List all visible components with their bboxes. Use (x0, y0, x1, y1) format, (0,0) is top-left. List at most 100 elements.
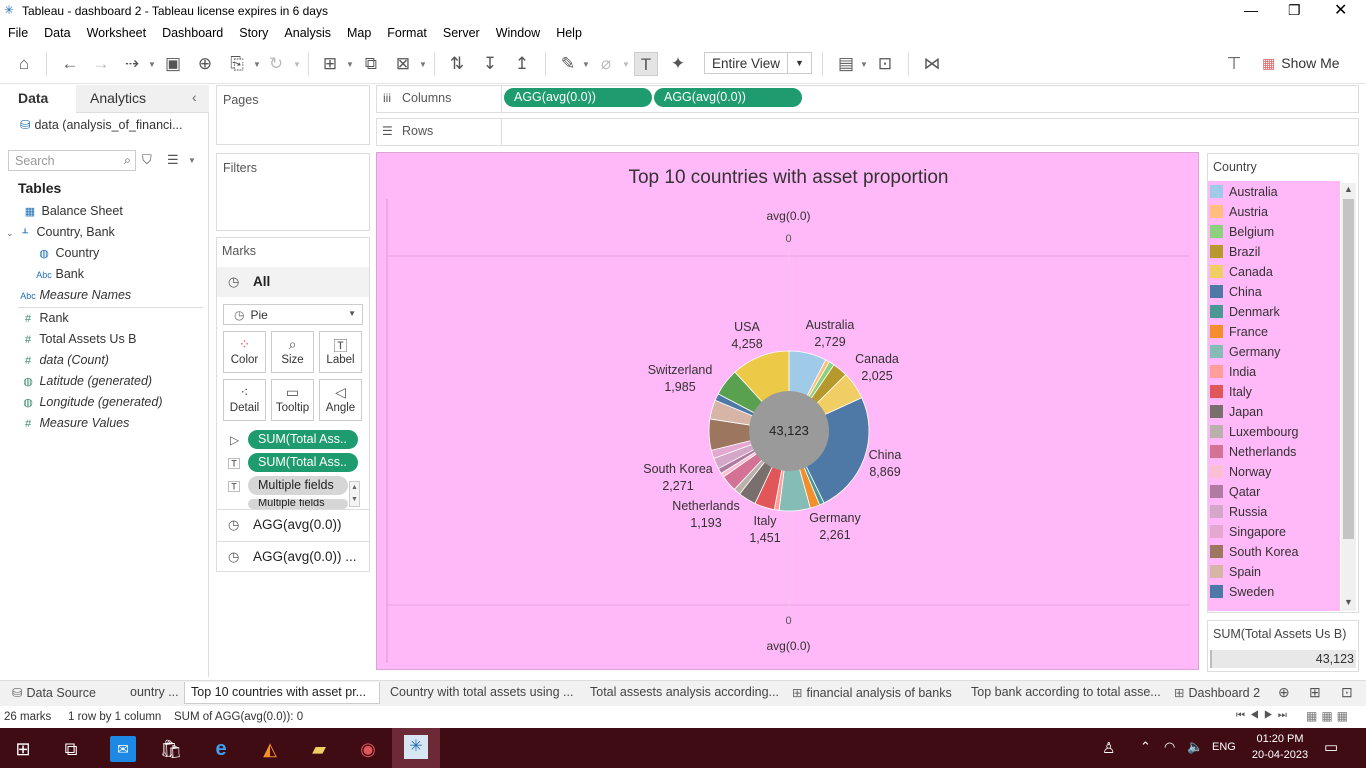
chevron-down-icon[interactable]: ▼ (860, 60, 868, 69)
legend-item[interactable]: Japan (1210, 405, 1338, 425)
tab-analytics[interactable]: Analytics ‹ (76, 85, 209, 113)
swap-icon[interactable]: ⇅ (445, 52, 469, 76)
show-me-button[interactable]: ▦ Show Me (1262, 55, 1340, 72)
redo-icon[interactable]: → (89, 52, 113, 76)
field-measure-values[interactable]: # Measure Values (20, 416, 129, 430)
datasource[interactable]: ⛁ data (analysis_of_financi... (20, 117, 183, 132)
legend-item[interactable]: Canada (1210, 265, 1338, 285)
menu-format[interactable]: Format (379, 22, 435, 40)
multiple-fields-pill[interactable]: Multiple fields (248, 476, 348, 495)
field-measure-names[interactable]: Abc Measure Names (20, 288, 131, 302)
chevron-down-icon[interactable]: ▼ (1344, 597, 1353, 607)
legend-item[interactable]: Luxembourg (1210, 425, 1338, 445)
menu-data[interactable]: Data (36, 22, 78, 40)
menu-server[interactable]: Server (435, 22, 488, 40)
chevron-up-icon[interactable]: ▲ (1344, 184, 1353, 194)
windows-start-icon[interactable]: ⊞ (10, 736, 36, 762)
chrome-icon[interactable]: ◉ (355, 736, 381, 762)
presentation-icon[interactable]: ⊡ (873, 52, 897, 76)
scrollbar[interactable]: ▲ ▼ (349, 481, 360, 507)
field-rank[interactable]: # Rank (20, 311, 69, 325)
tableau-task-active[interactable]: ✳ (392, 728, 440, 768)
legend-item[interactable]: Brazil (1210, 245, 1338, 265)
restore-icon[interactable]: ❐ (1288, 2, 1301, 19)
legend-item[interactable]: India (1210, 365, 1338, 385)
tab-data[interactable]: Data (0, 85, 76, 113)
refresh-icon[interactable]: ↻ (264, 52, 288, 76)
sort-ascending-icon[interactable]: ↧ (478, 52, 502, 76)
menu-help[interactable]: Help (548, 22, 590, 40)
chevron-up-icon[interactable]: ⌃ (1140, 739, 1151, 755)
mark-type-dropdown[interactable]: ◷ Pie ▼ (223, 304, 363, 325)
show-labels-icon[interactable]: T (634, 52, 658, 76)
notification-icon[interactable]: ▭ (1324, 738, 1338, 756)
legend-item[interactable]: Austria (1210, 205, 1338, 225)
duplicate-icon[interactable]: ⧉ (359, 52, 383, 76)
column-pill-1[interactable]: AGG(avg(0.0)) (504, 88, 652, 107)
highlight-icon[interactable]: ✎ (556, 52, 580, 76)
task-view-icon[interactable]: ⧉ (58, 736, 84, 762)
scrollbar-thumb[interactable] (1343, 199, 1354, 539)
show-cards-icon[interactable]: ▤ (834, 52, 858, 76)
chevron-down-icon[interactable]: ▼ (346, 60, 354, 69)
angle-button[interactable]: ◁ Angle (319, 379, 362, 421)
legend-item[interactable]: Spain (1210, 565, 1338, 585)
legend-item[interactable]: Norway (1210, 465, 1338, 485)
label-pill[interactable]: SUM(Total Ass.. (248, 453, 358, 472)
tab-financial-analysis[interactable]: ⊞ financial analysis of banks (786, 682, 958, 704)
home-icon[interactable]: ⌂ (12, 52, 36, 76)
close-icon[interactable]: ✕ (1334, 0, 1347, 20)
menu-dashboard[interactable]: Dashboard (154, 22, 231, 40)
fit-dropdown[interactable]: Entire View ▼ (704, 52, 812, 74)
format-painter-icon[interactable]: ⊤ (1222, 52, 1246, 76)
new-worksheet-icon[interactable]: ⊕ (1278, 684, 1290, 701)
menu-window[interactable]: Window (488, 22, 548, 40)
label-button[interactable]: 🅃 Label (319, 331, 362, 373)
store-icon[interactable]: 🛍 (158, 736, 184, 762)
tooltip-button[interactable]: ▭ Tooltip (271, 379, 314, 421)
legend-item[interactable]: Singapore (1210, 525, 1338, 545)
legend-item[interactable]: Italy (1210, 385, 1338, 405)
filter-icon[interactable]: ⛉ (142, 152, 152, 168)
legend-item[interactable]: Russia (1210, 505, 1338, 525)
chevron-down-icon[interactable]: ▼ (419, 60, 427, 69)
angle-pill[interactable]: SUM(Total Ass.. (248, 430, 358, 449)
column-pill-2[interactable]: AGG(avg(0.0)) (654, 88, 802, 107)
chevron-down-icon[interactable]: ▼ (188, 156, 196, 165)
legend-item[interactable]: Belgium (1210, 225, 1338, 245)
tab-country[interactable]: ountry ... (124, 682, 182, 704)
field-country[interactable]: ◍ Country (36, 246, 99, 260)
field-latitude[interactable]: ◍ Latitude (generated) (20, 374, 152, 388)
legend-item[interactable]: Denmark (1210, 305, 1338, 325)
tab-total-assets-analysis[interactable]: Total assests analysis according... (584, 682, 784, 704)
menu-file[interactable]: File (0, 22, 36, 40)
tab-top10-countries[interactable]: Top 10 countries with asset pr... (184, 682, 380, 704)
field-country-bank[interactable]: ⌄ ᚆ Country, Bank (6, 225, 115, 239)
tab-country-total-assets[interactable]: Country with total assets using ... (384, 682, 582, 704)
chart-view[interactable]: Top 10 countries with asset proportion a… (376, 152, 1199, 670)
menu-map[interactable]: Map (339, 22, 379, 40)
chevron-down-icon[interactable]: ▼ (293, 60, 301, 69)
edge-icon[interactable]: e (208, 736, 234, 762)
menu-story[interactable]: Story (231, 22, 276, 40)
collapse-icon[interactable]: ‹ (192, 89, 197, 105)
field-balance-sheet[interactable]: ▦ Balance Sheet (22, 204, 123, 218)
marks-agg2[interactable]: AGG(avg(0.0)) ... (253, 549, 357, 564)
chevron-down-icon[interactable]: ▼ (148, 60, 156, 69)
pin-icon[interactable]: ✦ (666, 52, 690, 76)
matlab-icon[interactable]: ◭ (257, 736, 283, 762)
tab-nav-icon[interactable]: ⏮◀▶⏭ (1236, 710, 1292, 721)
minimize-icon[interactable]: — (1244, 2, 1258, 18)
multiple-fields-pill-2[interactable]: Multiple fields (248, 499, 348, 509)
sort-descending-icon[interactable]: ↥ (510, 52, 534, 76)
tab-top-bank[interactable]: Top bank according to total asse... (965, 682, 1165, 704)
clock-date[interactable]: 20-04-2023 (1247, 749, 1313, 761)
tab-dashboard-2[interactable]: ⊞ Dashboard 2 (1168, 682, 1272, 704)
filters-shelf[interactable]: Filters (216, 153, 370, 231)
share-icon[interactable]: ⋈ (920, 52, 944, 76)
chevron-down-icon[interactable]: ▼ (622, 60, 630, 69)
tab-data-source[interactable]: ⛁ Data Source (6, 682, 124, 704)
legend-item[interactable]: South Korea (1210, 545, 1338, 565)
legend-item[interactable]: Germany (1210, 345, 1338, 365)
field-longitude[interactable]: ◍ Longitude (generated) (20, 395, 162, 409)
